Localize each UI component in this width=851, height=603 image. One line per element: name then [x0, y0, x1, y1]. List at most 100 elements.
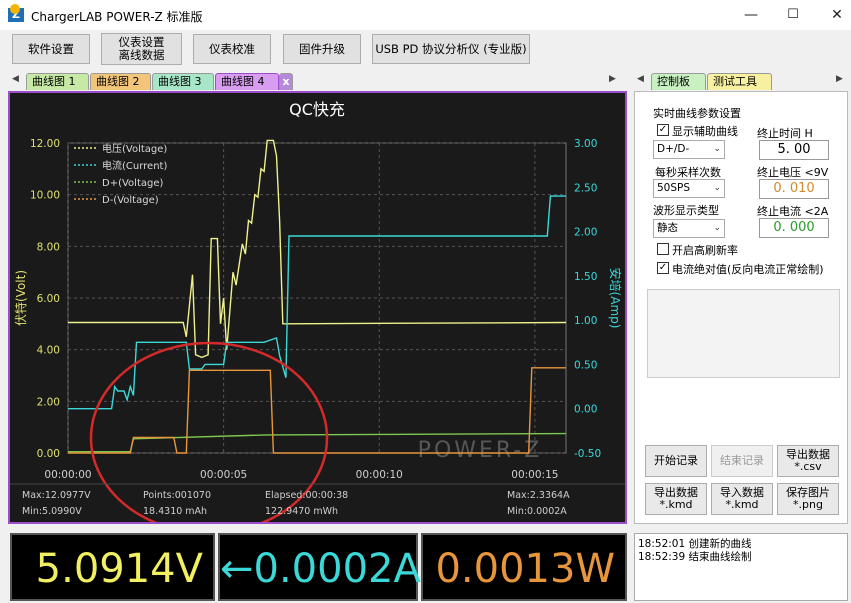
- power-readout: 0.0013W: [435, 546, 615, 592]
- aux-curve-value: D+/D-: [657, 143, 690, 155]
- y-left-tick: 4.00: [37, 345, 60, 357]
- stop-voltage-label: 终止电压 <9V: [757, 166, 829, 179]
- wave-type-label: 波形显示类型: [653, 204, 719, 217]
- panel-tabs-right-arrow-icon[interactable]: ▶: [836, 74, 843, 84]
- wave-type-select[interactable]: 静态 ⌄: [653, 219, 725, 238]
- log-line: 18:52:01 创建新的曲线: [638, 538, 752, 550]
- chart-frame: QC快充 伏特(Volt) 安培(Amp) 12.00 10.00 8.00 6.00…: [8, 91, 627, 535]
- y-right-label: 安培(Amp): [608, 268, 623, 329]
- abs-current-label: 电流绝对值(反向电流正常绘制): [672, 263, 824, 276]
- control-panel: 实时曲线参数设置 ✓ 显示辅助曲线 D+/D- ⌄ 每秒采样次数 50SPS ⌄ 波…: [634, 91, 848, 524]
- y-right-tick: 1.50: [574, 271, 597, 283]
- legend-label: D-(Voltage): [102, 195, 159, 206]
- chart-legend: 电压(Voltage) 电流(Current) D+(Voltage) D-(Volt…: [74, 142, 167, 206]
- current-readout: ←0.0002A: [220, 546, 421, 592]
- tab-control-panel[interactable]: 控制板: [651, 73, 706, 90]
- curve-chart[interactable]: QC快充 伏特(Volt) 安培(Amp) 12.00 10.00 8.00 6.00…: [10, 93, 625, 535]
- app-logo-icon: Z: [8, 4, 24, 22]
- chevron-down-icon: ⌄: [713, 183, 721, 193]
- power-meter: 0.0013W: [421, 533, 627, 601]
- panel-tabs-left-arrow-icon[interactable]: ◀: [637, 74, 644, 84]
- tab-test-tools[interactable]: 测试工具: [707, 73, 772, 90]
- high-refresh-label: 开启高刷新率: [672, 244, 738, 257]
- firmware-upgrade-button[interactable]: 固件升级: [283, 34, 361, 64]
- import-kmd-button[interactable]: 导入数据 *.kmd: [711, 483, 773, 515]
- tab-close-icon[interactable]: x: [279, 73, 293, 90]
- tab-curve-3[interactable]: 曲线图 3: [152, 73, 214, 90]
- y-right-tick: -0.50: [574, 448, 601, 460]
- y-left-tick: 6.00: [37, 293, 60, 305]
- y-left-tick: 8.00: [37, 241, 60, 253]
- voltage-meter: 5.0914V: [10, 533, 215, 601]
- series-line-1: [68, 195, 566, 410]
- y-right-tick: 2.00: [574, 227, 597, 239]
- tab-curve-1[interactable]: 曲线图 1: [26, 73, 89, 90]
- stop-time-label: 终止时间 H: [757, 127, 813, 140]
- y-right-tick: 0.00: [574, 404, 597, 416]
- abs-current-checkbox[interactable]: ✓: [657, 262, 669, 274]
- close-button[interactable]: ✕: [826, 5, 848, 25]
- stop-voltage-input[interactable]: 0. 010: [759, 179, 829, 199]
- chart-title: QC快充: [289, 100, 345, 119]
- aux-curve-label: 显示辅助曲线: [672, 125, 738, 138]
- y-right-tick: 3.00: [574, 138, 597, 150]
- y-left-tick: 12.00: [30, 138, 60, 150]
- sample-rate-value: 50SPS: [657, 182, 691, 194]
- panel-tabs: 控制板 测试工具: [651, 73, 781, 90]
- aux-curve-select[interactable]: D+/D- ⌄: [653, 140, 725, 159]
- maximize-button[interactable]: ☐: [782, 5, 804, 25]
- wave-type-value: 静态: [657, 222, 678, 234]
- section-title: 实时曲线参数设置: [653, 107, 741, 120]
- stat-elapsed: Elapsed:00:00:38: [265, 490, 348, 501]
- logo-dot: [10, 4, 20, 14]
- legend-label: D+(Voltage): [102, 178, 163, 189]
- software-settings-button[interactable]: 软件设置: [12, 34, 90, 64]
- legend-label: 电压(Voltage): [102, 142, 167, 155]
- title-bar: Z ChargerLAB POWER-Z 标准版 — ☐ ✕: [0, 0, 851, 30]
- tabs-right-arrow-icon[interactable]: ▶: [609, 74, 616, 84]
- stat-mah: 18.4310 mAh: [143, 506, 207, 517]
- window-title: ChargerLAB POWER-Z 标准版: [31, 10, 203, 24]
- stat-mwh: 122.9470 mWh: [265, 506, 338, 517]
- start-record-button[interactable]: 开始记录: [645, 445, 707, 477]
- voltage-readout: 5.0914V: [35, 546, 203, 592]
- y-right-tick: 2.50: [574, 182, 597, 194]
- save-png-button[interactable]: 保存图片 *.png: [777, 483, 839, 515]
- tabs-left-arrow-icon[interactable]: ◀: [12, 74, 19, 84]
- y-left-tick: 10.00: [30, 190, 60, 202]
- stat-min-current: Min:0.0002A: [507, 506, 567, 517]
- y-left-tick: 0.00: [37, 448, 60, 460]
- stop-current-label: 终止电流 <2A: [757, 205, 829, 218]
- sample-rate-select[interactable]: 50SPS ⌄: [653, 179, 725, 198]
- x-tick: 00:00:10: [356, 469, 403, 481]
- y-right-tick: 1.00: [574, 315, 597, 327]
- tab-curve-2[interactable]: 曲线图 2: [90, 73, 151, 90]
- high-refresh-checkbox[interactable]: [657, 243, 669, 255]
- x-tick: 00:00:00: [44, 469, 91, 481]
- current-meter: ←0.0002A: [218, 533, 421, 601]
- sample-rate-label: 每秒采样次数: [655, 166, 721, 179]
- stop-time-input[interactable]: 5. 00: [759, 140, 829, 160]
- panel-blank-area: [647, 289, 840, 378]
- meter-calibration-button[interactable]: 仪表校准: [193, 34, 271, 64]
- stop-current-input[interactable]: 0. 000: [759, 218, 829, 238]
- chevron-down-icon: ⌄: [713, 223, 721, 233]
- power-z-watermark: POWER-Z: [418, 438, 543, 463]
- log-line: 18:52:39 结束曲线绘制: [638, 551, 752, 563]
- chevron-down-icon: ⌄: [713, 144, 721, 154]
- curve-tabs: 曲线图 1 曲线图 2 曲线图 3 曲线图 4 x: [26, 73, 296, 90]
- stop-record-button[interactable]: 结束记录: [711, 445, 773, 477]
- series-line-0: [68, 139, 567, 359]
- chart-grid: [67, 142, 567, 454]
- usb-pd-analyzer-button[interactable]: USB PD 协议分析仪 (专业版): [372, 34, 530, 64]
- meter-settings-offline-button[interactable]: 仪表设置 离线数据: [101, 33, 182, 65]
- export-kmd-button[interactable]: 导出数据 *.kmd: [645, 483, 707, 515]
- export-csv-button[interactable]: 导出数据 *.csv: [777, 445, 839, 477]
- stat-min-voltage: Min:5.0990V: [22, 506, 82, 517]
- minimize-button[interactable]: —: [740, 5, 762, 25]
- y-left-label: 伏特(Volt): [13, 270, 28, 326]
- stat-max-current: Max:2.3364A: [507, 490, 570, 501]
- tab-curve-4[interactable]: 曲线图 4: [215, 73, 279, 90]
- y-left-tick: 2.00: [37, 396, 60, 408]
- aux-curve-checkbox[interactable]: ✓: [657, 124, 669, 136]
